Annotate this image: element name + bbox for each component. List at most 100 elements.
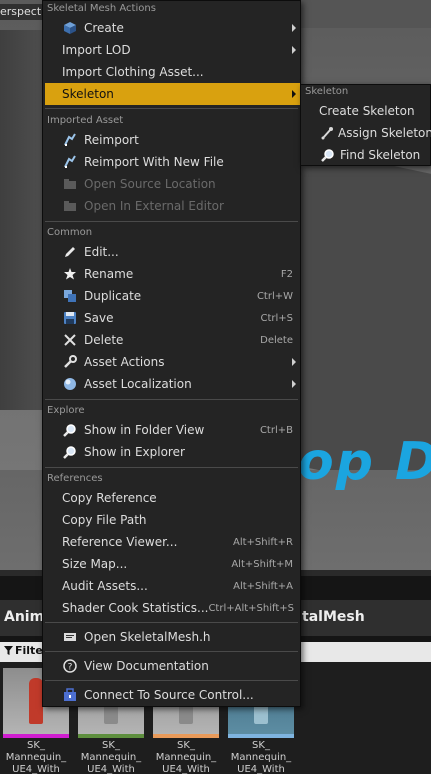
submenu-arrow-icon <box>292 380 296 388</box>
asset-type-bar <box>78 734 144 738</box>
menu-item-label: Create Skeleton <box>319 104 415 118</box>
menu-item-reference-viewer[interactable]: Reference Viewer... Alt+Shift+R <box>45 531 300 553</box>
magnifier-icon <box>320 147 336 163</box>
menu-separator <box>45 651 298 652</box>
section-header-imported-asset: Imported Asset <box>47 115 124 126</box>
menu-item-open-external-editor[interactable]: Open In External Editor <box>45 195 300 217</box>
menu-item-audit-assets[interactable]: Audit Assets... Alt+Shift+A <box>45 575 300 597</box>
skeleton-bone-icon <box>320 125 334 141</box>
submenu-header: Skeleton <box>305 86 349 97</box>
shortcut-label: Alt+Shift+R <box>233 536 293 548</box>
help-question-icon: ? <box>62 658 78 674</box>
shortcut-label: Ctrl+W <box>256 290 293 302</box>
menu-item-label: Show in Folder View <box>84 423 205 437</box>
folder-icon <box>62 176 78 192</box>
submenu-arrow-icon <box>292 90 296 98</box>
menu-item-label: Asset Localization <box>84 377 192 391</box>
menu-separator <box>45 467 298 468</box>
menu-item-size-map[interactable]: Size Map... Alt+Shift+M <box>45 553 300 575</box>
menu-item-label: Find Skeleton <box>340 148 421 162</box>
magnifier-icon <box>62 444 78 460</box>
globe-icon <box>62 376 78 392</box>
menu-item-view-documentation[interactable]: ? View Documentation <box>45 655 300 677</box>
shortcut-label: Ctrl+B <box>259 424 293 436</box>
menu-item-label: Reference Viewer... <box>62 535 178 549</box>
magnifier-icon <box>62 422 78 438</box>
menu-item-save[interactable]: Save Ctrl+S <box>45 307 300 329</box>
submenu-item-assign-skeleton[interactable]: Assign Skeleton <box>301 122 431 144</box>
menu-item-open-header[interactable]: Open SkeletalMesh.h <box>45 626 300 648</box>
menu-item-label: Shader Cook Statistics... <box>62 601 209 615</box>
submenu-item-find-skeleton[interactable]: Find Skeleton <box>301 144 431 166</box>
save-disk-icon <box>62 310 78 326</box>
delete-x-icon <box>62 332 78 348</box>
skeleton-submenu: Skeleton Create Skeleton Assign Skeleton… <box>300 84 431 166</box>
section-header-skeletal-mesh-actions: Skeletal Mesh Actions <box>47 3 156 14</box>
content-browser-path-right: talMesh <box>302 609 365 625</box>
shortcut-label: Ctrl+Alt+Shift+S <box>208 602 294 614</box>
viewport-geometry <box>300 0 431 28</box>
menu-item-reimport[interactable]: Reimport <box>45 129 300 151</box>
menu-item-import-clothing-asset[interactable]: Import Clothing Asset... <box>45 61 300 83</box>
menu-item-copy-reference[interactable]: Copy Reference <box>45 487 300 509</box>
menu-item-shader-cook-statistics[interactable]: Shader Cook Statistics... Ctrl+Alt+Shift… <box>45 597 300 619</box>
asset-type-bar <box>153 734 219 738</box>
asset-name: SK_ Mannequin_ UE4_With <box>230 740 292 774</box>
asset-context-menu: Skeletal Mesh Actions Create Import LOD … <box>42 0 301 707</box>
duplicate-icon <box>62 288 78 304</box>
edit-pencil-icon <box>62 244 78 260</box>
menu-item-label: Duplicate <box>84 289 142 303</box>
menu-item-skeleton[interactable]: Skeleton <box>45 83 300 105</box>
reimport-icon <box>62 132 78 148</box>
menu-item-asset-localization[interactable]: Asset Localization <box>45 373 300 395</box>
menu-item-label: Open In External Editor <box>84 199 224 213</box>
menu-item-duplicate[interactable]: Duplicate Ctrl+W <box>45 285 300 307</box>
menu-item-label: Open Source Location <box>84 177 216 191</box>
menu-item-show-in-folder-view[interactable]: Show in Folder View Ctrl+B <box>45 419 300 441</box>
menu-item-label: Open SkeletalMesh.h <box>84 630 211 644</box>
code-file-icon <box>62 629 78 645</box>
asset-name: SK_ Mannequin_ UE4_With <box>80 740 142 774</box>
asset-name: SK_ Mannequin_ UE4_With <box>5 740 67 774</box>
menu-item-edit[interactable]: Edit... <box>45 241 300 263</box>
asset-type-bar <box>228 734 294 738</box>
menu-item-label: Audit Assets... <box>62 579 148 593</box>
section-header-common: Common <box>47 227 93 238</box>
wrench-icon <box>62 354 78 370</box>
menu-item-label: Asset Actions <box>84 355 165 369</box>
viewport-text-watermark: op D <box>298 432 431 492</box>
menu-item-label: Rename <box>84 267 134 281</box>
menu-item-show-in-explorer[interactable]: Show in Explorer <box>45 441 300 463</box>
menu-item-open-source-location[interactable]: Open Source Location <box>45 173 300 195</box>
shortcut-label: Delete <box>260 334 293 346</box>
menu-item-label: Size Map... <box>62 557 128 571</box>
menu-item-label: Connect To Source Control... <box>84 688 254 702</box>
submenu-item-create-skeleton[interactable]: Create Skeleton <box>301 100 431 122</box>
menu-item-reimport-new-file[interactable]: Reimport With New File <box>45 151 300 173</box>
section-header-explore: Explore <box>47 405 85 416</box>
menu-separator <box>45 680 298 681</box>
asset-type-bar <box>3 734 69 738</box>
menu-item-label: Assign Skeleton <box>338 126 431 140</box>
menu-item-asset-actions[interactable]: Asset Actions <box>45 351 300 373</box>
menu-separator <box>45 108 298 109</box>
menu-separator <box>45 622 298 623</box>
external-editor-icon <box>62 198 78 214</box>
menu-separator <box>45 221 298 222</box>
menu-item-connect-source-control[interactable]: Connect To Source Control... <box>45 684 300 706</box>
menu-item-delete[interactable]: Delete Delete <box>45 329 300 351</box>
menu-item-label: View Documentation <box>84 659 209 673</box>
shortcut-label: Alt+Shift+A <box>233 580 293 592</box>
menu-item-label: Save <box>84 311 114 325</box>
reimport-icon <box>62 154 78 170</box>
submenu-arrow-icon <box>292 46 296 54</box>
section-header-references: References <box>47 473 103 484</box>
menu-item-rename[interactable]: Rename F2 <box>45 263 300 285</box>
menu-item-label: Copy Reference <box>62 491 157 505</box>
menu-item-copy-file-path[interactable]: Copy File Path <box>45 509 300 531</box>
menu-item-create[interactable]: Create <box>45 17 300 39</box>
source-control-icon <box>62 687 78 703</box>
shortcut-label: Alt+Shift+M <box>231 558 293 570</box>
menu-item-import-lod[interactable]: Import LOD <box>45 39 300 61</box>
asset-name: SK_ Mannequin_ UE4_With <box>155 740 217 774</box>
